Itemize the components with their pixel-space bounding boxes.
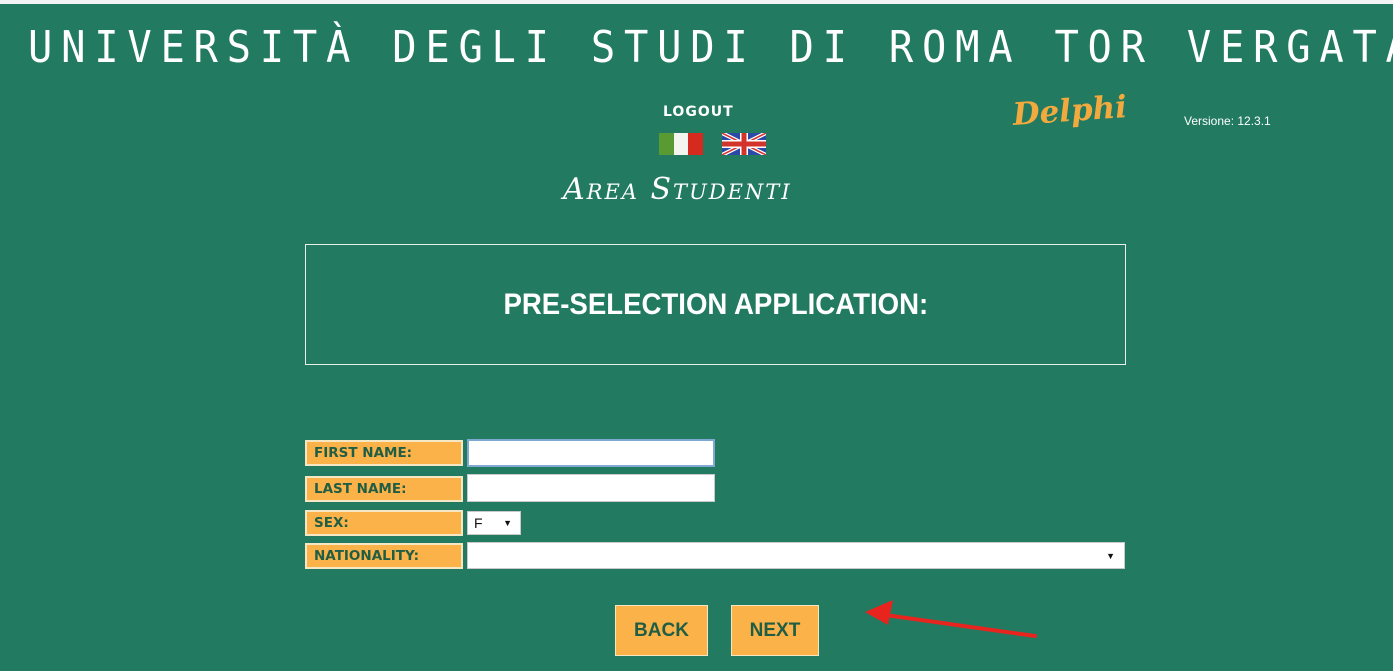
last-name-label: LAST NAME: — [305, 476, 463, 502]
top-rule — [0, 0, 1393, 4]
nationality-select[interactable]: ▼ — [467, 542, 1125, 569]
back-button[interactable]: BACK — [615, 605, 708, 656]
sex-label: SEX: — [305, 510, 463, 536]
uk-flag-icon[interactable] — [722, 133, 766, 155]
page-title: PRE-SELECTION APPLICATION: — [503, 287, 928, 321]
next-button[interactable]: NEXT — [731, 605, 819, 656]
logout-link[interactable]: LOGOUT — [663, 104, 734, 120]
red-arrow-icon — [865, 600, 1037, 638]
university-title: UNIVERSITÀ DEGLI STUDI DI ROMA TOR VERGA… — [28, 22, 1393, 73]
area-studenti-heading: Area Studenti — [563, 172, 792, 207]
italian-flag-icon[interactable] — [659, 133, 703, 155]
nationality-label: NATIONALITY: — [305, 543, 463, 569]
last-name-input[interactable] — [467, 474, 715, 502]
sex-selected-value: F — [474, 515, 483, 531]
page-title-box: PRE-SELECTION APPLICATION: — [305, 244, 1126, 365]
version-text: Versione: 12.3.1 — [1184, 114, 1271, 128]
delphi-logo: Delphi — [1011, 89, 1129, 133]
chevron-down-icon: ▼ — [1106, 550, 1115, 561]
chevron-down-icon: ▼ — [503, 518, 512, 528]
sex-select[interactable]: F ▼ — [467, 511, 521, 535]
first-name-input[interactable] — [467, 439, 715, 467]
first-name-label: FIRST NAME: — [305, 440, 463, 466]
